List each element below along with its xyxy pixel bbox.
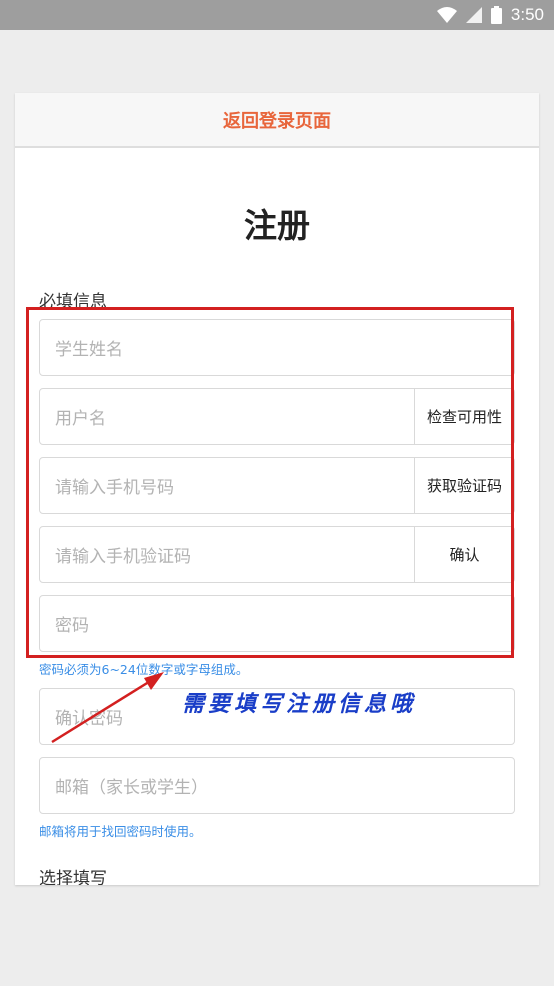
username-field[interactable]: 用户名 检查可用性 xyxy=(39,388,515,445)
email-hint: 邮箱将用于找回密码时使用。 xyxy=(39,824,202,839)
phone-placeholder: 请输入手机号码 xyxy=(55,478,174,498)
card-header[interactable]: 返回登录页面 xyxy=(15,93,539,148)
student-name-field[interactable]: 学生姓名 xyxy=(39,319,515,376)
back-to-login-link[interactable]: 返回登录页面 xyxy=(223,107,331,133)
status-time: 3:50 xyxy=(510,5,544,24)
check-availability-button[interactable]: 检查可用性 xyxy=(414,389,514,444)
sms-code-placeholder: 请输入手机验证码 xyxy=(55,547,191,567)
wifi-icon xyxy=(436,7,457,23)
signal-icon xyxy=(465,7,482,23)
password-hint: 密码必须为6~24位数字或字母组成。 xyxy=(39,662,249,677)
password-field[interactable]: 密码 xyxy=(39,595,515,652)
get-code-button[interactable]: 获取验证码 xyxy=(414,458,514,513)
optional-section-label: 选择填写 xyxy=(39,869,107,885)
required-section-label: 必填信息 xyxy=(39,292,107,312)
username-placeholder: 用户名 xyxy=(55,409,106,429)
phone-field[interactable]: 请输入手机号码 获取验证码 xyxy=(39,457,515,514)
register-card: 返回登录页面 注册 必填信息 学生姓名 用户名 检查可用性 请输入手机号码 获取… xyxy=(15,93,539,885)
annotation-text: 需要填写注册信息哦 xyxy=(182,691,417,717)
page-title: 注册 xyxy=(244,206,310,245)
student-name-placeholder: 学生姓名 xyxy=(55,340,123,360)
status-bar: 3:50 xyxy=(0,0,554,30)
email-field[interactable]: 邮箱（家长或学生） xyxy=(39,757,515,814)
password-placeholder: 密码 xyxy=(55,616,89,636)
battery-icon xyxy=(490,6,502,24)
confirm-code-button[interactable]: 确认 xyxy=(414,527,514,582)
email-placeholder: 邮箱（家长或学生） xyxy=(55,778,208,798)
status-icons: 3:50 xyxy=(436,5,544,25)
sms-code-field[interactable]: 请输入手机验证码 确认 xyxy=(39,526,515,583)
